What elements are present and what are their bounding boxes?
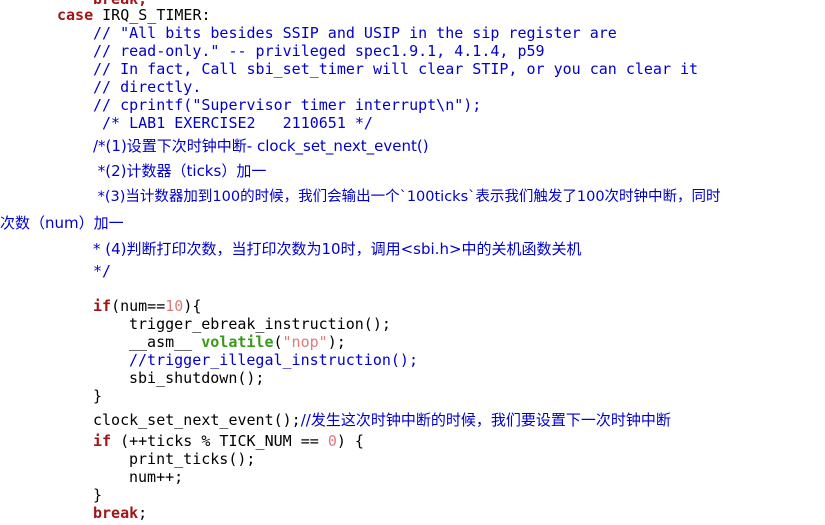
if-condition-close: ){ [183,297,202,315]
break-keyword: break [93,504,139,522]
code-line-if-ticks: if (++ticks % TICK_NUM == 0) { [93,432,364,450]
code-line-comment-7: /*(1)设置下次时钟中断- clock_set_next_event() [93,137,429,155]
code-line-comment-2: // read-only." -- privileged spec1.9.1, … [93,42,545,60]
asm-paren-close: ); [327,333,346,351]
code-line-comment-11: */ [93,262,112,280]
semicolon: ; [138,504,148,522]
volatile-keyword: volatile [201,333,274,351]
case-keyword: case [57,6,94,24]
if-ticks-open-brace: ) { [336,432,364,450]
code-line-case: case IRQ_S_TIMER: [57,6,211,24]
code-line-asm: __asm__ volatile("nop"); [129,333,346,351]
number-literal: 10 [165,297,184,315]
code-line-comment-9: *(3)当计数器加到100的时候，我们会输出一个`100ticks`表示我们触发… [93,189,721,205]
code-line-num-increment: num++; [129,468,184,486]
code-line-break: break; [93,504,147,522]
asm-keyword: __asm__ [129,333,202,351]
code-line-sbi-shutdown: sbi_shutdown(); [129,369,265,387]
number-literal: 0 [327,432,337,450]
code-line-clock-set: clock_set_next_event();//发生这次时钟中断的时候，我们要… [93,411,671,429]
code-line-print-ticks: print_ticks(); [129,450,256,468]
code-line-comment-3: // In fact, Call sbi_set_timer will clea… [93,60,699,78]
code-line-close-brace-2: } [93,486,103,504]
code-line-comment-6: /* LAB1 EXERCISE2 2110651 */ [93,114,373,132]
inline-comment: //发生这次时钟中断的时候，我们要设置下一次时钟中断 [300,411,671,429]
code-line-trigger-ebreak: trigger_ebreak_instruction(); [129,315,391,333]
code-line-comment-10: * (4)判断打印次数，当打印次数为10时，调用<sbi.h>中的关机函数关机 [93,240,582,258]
clock-set-call: clock_set_next_event(); [93,411,301,429]
code-line-close-brace-1: } [93,387,103,405]
code-line-comment-1: // "All bits besides SSIP and USIP in th… [93,24,617,42]
if-ticks-condition: (++ticks % TICK_NUM == [111,432,328,450]
if-keyword: if [93,297,112,315]
code-line-comment-4: // directly. [93,78,202,96]
code-line-comment-5: // cprintf("Supervisor timer interrupt\n… [93,96,482,114]
string-literal: "nop" [282,333,328,351]
if-condition-open: (num== [111,297,166,315]
code-line-if-num: if(num==10){ [93,297,201,315]
code-line-trigger-illegal-comment: //trigger_illegal_instruction(); [129,351,418,369]
code-editor[interactable]: break; case IRQ_S_TIMER: // "All bits be… [0,0,825,525]
case-label: IRQ_S_TIMER: [102,6,211,24]
if-keyword: if [93,432,112,450]
code-line-comment-8: *(2)计数器（ticks）加一 [93,162,267,180]
asm-paren-open: ( [273,333,283,351]
code-line-comment-9-wrap: 次数（num）加一 [0,214,124,232]
